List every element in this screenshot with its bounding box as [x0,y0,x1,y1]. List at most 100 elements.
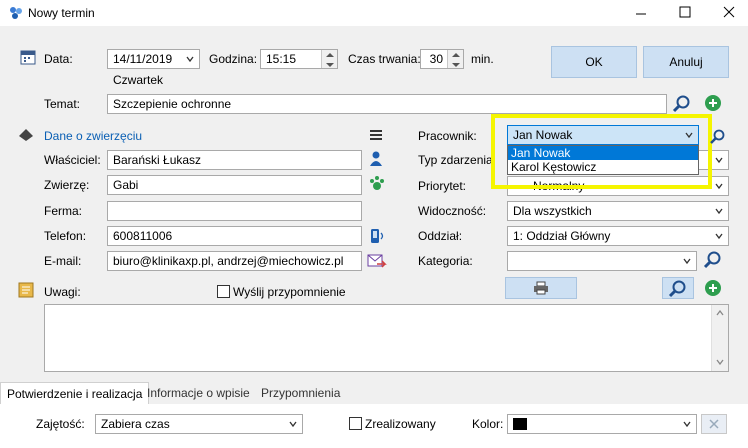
event-type-label: Typ zdarzenia: [418,153,497,167]
add-icon[interactable] [704,279,722,297]
reminder-checkbox[interactable] [217,285,230,298]
phone-input[interactable]: 600811006 [107,226,362,246]
clear-color-button[interactable] [701,414,727,434]
search-icon [668,280,686,298]
chevron-down-icon [715,157,723,164]
animal-section-link[interactable]: Dane o zwierzęciu [44,128,142,144]
farm-input[interactable] [107,201,362,221]
duration-value: 30 [429,52,443,66]
paw-section-icon [19,129,33,141]
visibility-select[interactable]: Dla wszystkich [507,201,729,221]
date-label: Data: [44,52,73,66]
owner-value: Barański Łukasz [113,153,202,167]
owner-input[interactable]: Barański Łukasz [107,150,362,170]
subject-value: Szczepienie ochronne [113,97,232,111]
app-icon [10,7,22,19]
employee-option[interactable]: Karol Kęstowicz [508,160,698,174]
done-checkbox[interactable] [349,417,362,430]
farm-label: Ferma: [44,204,83,218]
notes-textarea[interactable] [44,304,729,372]
email-value: biuro@klinikaxp.pl, andrzej@miechowicz.p… [113,254,344,268]
scroll-down-icon[interactable] [716,359,724,365]
duration-spinner[interactable] [447,50,463,68]
notes-icon [18,282,34,298]
time-label: Godzina: [209,52,258,66]
busy-label: Zajętość: [36,417,85,431]
color-select[interactable] [507,414,697,434]
employee-label: Pracownik: [418,129,477,143]
send-email-icon[interactable] [367,252,387,270]
person-icon[interactable] [368,150,384,168]
duration-label: Czas trwania: [348,52,421,66]
tab-reminders[interactable]: Przypomnienia [255,382,346,404]
priority-label: Priorytet: [418,179,467,193]
color-swatch [513,418,527,430]
visibility-label: Widoczność: [418,204,487,218]
notes-search-button[interactable] [662,277,694,299]
branch-select[interactable]: 1: Oddział Główny [507,226,729,246]
paw-icon[interactable] [368,175,386,193]
branch-label: Oddział: [418,229,463,243]
animal-input[interactable]: Gabi [107,175,362,195]
employee-dropdown-list: Jan Nowak Karol Kęstowicz [507,145,699,175]
chevron-down-icon [715,208,723,215]
email-label: E-mail: [44,254,82,268]
chevron-down-icon [683,421,691,428]
minimize-icon[interactable] [635,8,647,20]
scroll-up-icon[interactable] [716,310,724,316]
time-input[interactable]: 15:15 [260,49,338,69]
calendar-icon [20,50,36,65]
employee-search-icon[interactable] [709,127,725,145]
phone-icon[interactable] [368,227,386,245]
time-spinner[interactable] [321,50,337,68]
time-value: 15:15 [266,52,297,66]
notes-scrollbar[interactable] [711,305,728,371]
ok-label: OK [585,55,603,69]
employee-option[interactable]: Jan Nowak [508,146,698,160]
category-search-icon[interactable] [703,250,723,270]
cancel-label: Anuluj [669,55,703,69]
busy-select[interactable]: Zabiera czas [95,414,303,434]
chevron-down-icon [715,183,723,190]
maximize-icon[interactable] [679,6,691,18]
chevron-down-icon [683,258,691,265]
done-label[interactable]: Zrealizowany [365,416,436,432]
duration-input[interactable]: 30 [420,49,464,69]
print-button[interactable] [505,277,577,299]
chevron-down-icon [715,233,723,240]
date-picker[interactable]: 14/11/2019 [107,49,200,69]
subject-label: Temat: [44,97,81,111]
reminder-label[interactable]: Wyślij przypomnienie [233,284,346,300]
search-icon[interactable] [672,94,692,114]
chevron-down-icon [289,421,297,428]
phone-label: Telefon: [44,229,87,243]
category-label: Kategoria: [418,254,473,268]
category-select[interactable] [507,251,697,271]
cancel-button[interactable]: Anuluj [643,46,729,78]
chevron-down-icon [186,56,194,63]
branch-value: 1: Oddział Główny [513,229,611,243]
window-title: Nowy termin [28,6,95,20]
close-icon[interactable] [723,6,735,18]
menu-icon[interactable] [369,128,383,142]
animal-label: Zwierzę: [44,178,90,192]
email-input[interactable]: biuro@klinikaxp.pl, andrzej@miechowicz.p… [107,251,362,271]
clear-icon [709,419,719,429]
title-bar: Nowy termin [0,0,748,26]
printer-icon [534,281,548,295]
subject-input[interactable]: Szczepienie ochronne [107,94,667,114]
employee-value: Jan Nowak [513,128,573,142]
tab-confirmation[interactable]: Potwierdzenie i realizacja [0,382,150,405]
tab-entry-info[interactable]: Informacje o wpisie [141,382,256,404]
ok-button[interactable]: OK [551,46,637,78]
owner-label: Właściciel: [44,153,101,167]
busy-value: Zabiera czas [101,417,170,431]
weekday-text: Czwartek [113,73,164,87]
employee-select[interactable]: Jan Nowak [507,125,699,145]
color-label: Kolor: [472,417,504,431]
visibility-value: Dla wszystkich [513,204,592,218]
add-icon[interactable] [704,94,722,112]
date-value: 14/11/2019 [113,52,173,66]
chevron-down-icon [685,132,693,139]
duration-unit: min. [471,52,494,66]
